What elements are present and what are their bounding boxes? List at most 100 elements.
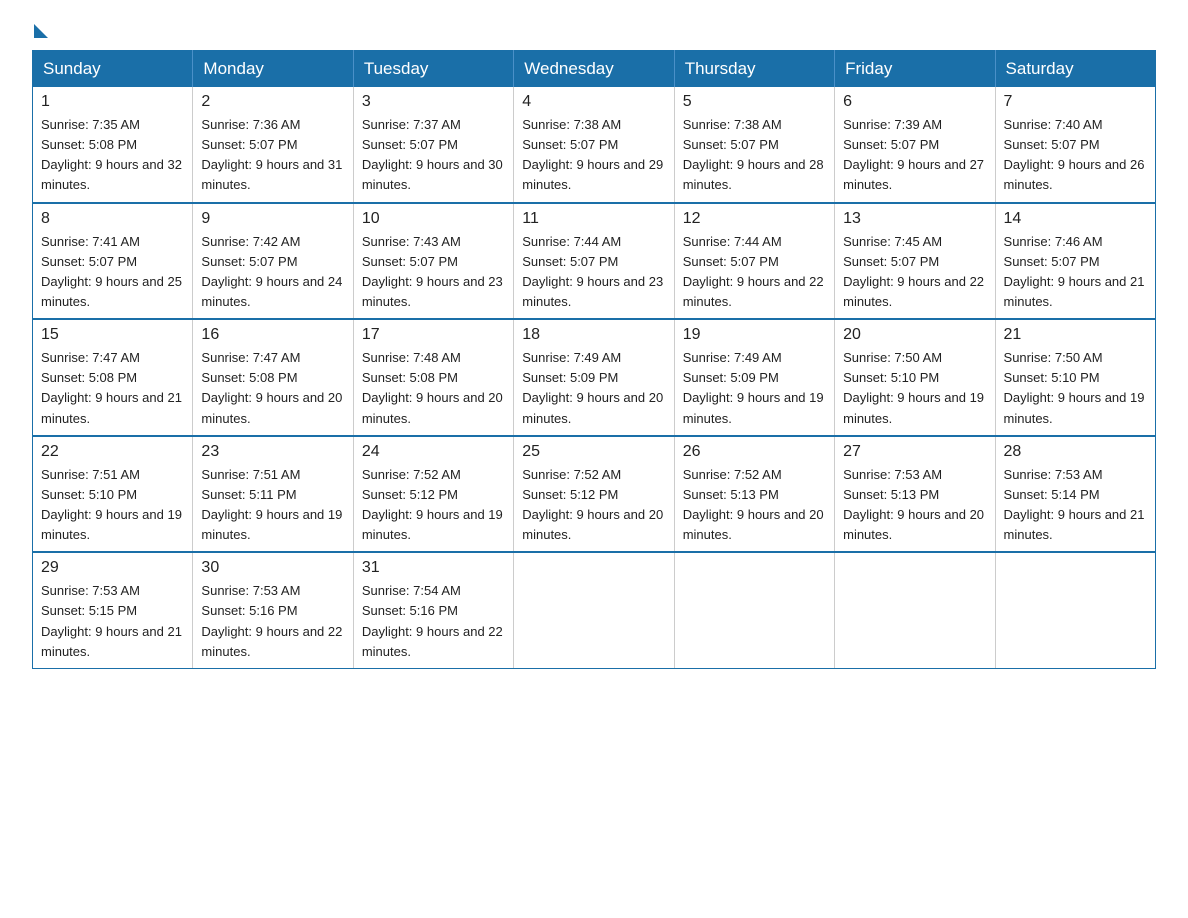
day-number: 3: [362, 93, 505, 111]
day-number: 28: [1004, 443, 1147, 461]
logo: [32, 24, 48, 30]
calendar-cell: 20 Sunrise: 7:50 AMSunset: 5:10 PMDaylig…: [835, 319, 995, 436]
day-info: Sunrise: 7:47 AMSunset: 5:08 PMDaylight:…: [201, 350, 342, 425]
calendar-cell: 18 Sunrise: 7:49 AMSunset: 5:09 PMDaylig…: [514, 319, 674, 436]
day-number: 13: [843, 210, 986, 228]
calendar-cell: 27 Sunrise: 7:53 AMSunset: 5:13 PMDaylig…: [835, 436, 995, 553]
day-number: 12: [683, 210, 826, 228]
day-number: 10: [362, 210, 505, 228]
calendar-cell: 14 Sunrise: 7:46 AMSunset: 5:07 PMDaylig…: [995, 203, 1155, 320]
calendar-week-row: 1 Sunrise: 7:35 AMSunset: 5:08 PMDayligh…: [33, 87, 1156, 203]
calendar-cell: 21 Sunrise: 7:50 AMSunset: 5:10 PMDaylig…: [995, 319, 1155, 436]
day-number: 23: [201, 443, 344, 461]
calendar-cell: 8 Sunrise: 7:41 AMSunset: 5:07 PMDayligh…: [33, 203, 193, 320]
calendar-week-row: 22 Sunrise: 7:51 AMSunset: 5:10 PMDaylig…: [33, 436, 1156, 553]
calendar-cell: 5 Sunrise: 7:38 AMSunset: 5:07 PMDayligh…: [674, 87, 834, 203]
calendar-week-row: 15 Sunrise: 7:47 AMSunset: 5:08 PMDaylig…: [33, 319, 1156, 436]
calendar-cell: 2 Sunrise: 7:36 AMSunset: 5:07 PMDayligh…: [193, 87, 353, 203]
calendar-cell: 29 Sunrise: 7:53 AMSunset: 5:15 PMDaylig…: [33, 552, 193, 668]
day-info: Sunrise: 7:44 AMSunset: 5:07 PMDaylight:…: [683, 234, 824, 309]
day-number: 1: [41, 93, 184, 111]
calendar-cell: 15 Sunrise: 7:47 AMSunset: 5:08 PMDaylig…: [33, 319, 193, 436]
day-number: 14: [1004, 210, 1147, 228]
day-info: Sunrise: 7:50 AMSunset: 5:10 PMDaylight:…: [843, 350, 984, 425]
calendar-cell: [674, 552, 834, 668]
calendar-week-row: 29 Sunrise: 7:53 AMSunset: 5:15 PMDaylig…: [33, 552, 1156, 668]
day-info: Sunrise: 7:37 AMSunset: 5:07 PMDaylight:…: [362, 117, 503, 192]
day-info: Sunrise: 7:46 AMSunset: 5:07 PMDaylight:…: [1004, 234, 1145, 309]
day-info: Sunrise: 7:41 AMSunset: 5:07 PMDaylight:…: [41, 234, 182, 309]
day-info: Sunrise: 7:54 AMSunset: 5:16 PMDaylight:…: [362, 583, 503, 658]
day-number: 2: [201, 93, 344, 111]
column-header-sunday: Sunday: [33, 51, 193, 88]
calendar-cell: 25 Sunrise: 7:52 AMSunset: 5:12 PMDaylig…: [514, 436, 674, 553]
day-info: Sunrise: 7:51 AMSunset: 5:11 PMDaylight:…: [201, 467, 342, 542]
calendar-cell: [514, 552, 674, 668]
day-info: Sunrise: 7:53 AMSunset: 5:16 PMDaylight:…: [201, 583, 342, 658]
day-info: Sunrise: 7:38 AMSunset: 5:07 PMDaylight:…: [683, 117, 824, 192]
day-number: 27: [843, 443, 986, 461]
calendar-cell: 1 Sunrise: 7:35 AMSunset: 5:08 PMDayligh…: [33, 87, 193, 203]
day-number: 6: [843, 93, 986, 111]
calendar-cell: 23 Sunrise: 7:51 AMSunset: 5:11 PMDaylig…: [193, 436, 353, 553]
calendar-cell: 10 Sunrise: 7:43 AMSunset: 5:07 PMDaylig…: [353, 203, 513, 320]
day-info: Sunrise: 7:44 AMSunset: 5:07 PMDaylight:…: [522, 234, 663, 309]
day-number: 18: [522, 326, 665, 344]
day-number: 16: [201, 326, 344, 344]
calendar-cell: 19 Sunrise: 7:49 AMSunset: 5:09 PMDaylig…: [674, 319, 834, 436]
day-info: Sunrise: 7:38 AMSunset: 5:07 PMDaylight:…: [522, 117, 663, 192]
calendar-cell: 30 Sunrise: 7:53 AMSunset: 5:16 PMDaylig…: [193, 552, 353, 668]
day-info: Sunrise: 7:49 AMSunset: 5:09 PMDaylight:…: [522, 350, 663, 425]
column-header-thursday: Thursday: [674, 51, 834, 88]
day-info: Sunrise: 7:53 AMSunset: 5:14 PMDaylight:…: [1004, 467, 1145, 542]
day-info: Sunrise: 7:40 AMSunset: 5:07 PMDaylight:…: [1004, 117, 1145, 192]
day-info: Sunrise: 7:48 AMSunset: 5:08 PMDaylight:…: [362, 350, 503, 425]
day-number: 29: [41, 559, 184, 577]
day-number: 24: [362, 443, 505, 461]
day-number: 25: [522, 443, 665, 461]
calendar-cell: 12 Sunrise: 7:44 AMSunset: 5:07 PMDaylig…: [674, 203, 834, 320]
calendar-cell: 24 Sunrise: 7:52 AMSunset: 5:12 PMDaylig…: [353, 436, 513, 553]
calendar-cell: 16 Sunrise: 7:47 AMSunset: 5:08 PMDaylig…: [193, 319, 353, 436]
day-number: 26: [683, 443, 826, 461]
day-info: Sunrise: 7:52 AMSunset: 5:12 PMDaylight:…: [522, 467, 663, 542]
day-number: 5: [683, 93, 826, 111]
column-header-wednesday: Wednesday: [514, 51, 674, 88]
day-info: Sunrise: 7:43 AMSunset: 5:07 PMDaylight:…: [362, 234, 503, 309]
calendar-cell: 9 Sunrise: 7:42 AMSunset: 5:07 PMDayligh…: [193, 203, 353, 320]
day-number: 7: [1004, 93, 1147, 111]
day-number: 19: [683, 326, 826, 344]
day-number: 17: [362, 326, 505, 344]
day-number: 30: [201, 559, 344, 577]
day-info: Sunrise: 7:50 AMSunset: 5:10 PMDaylight:…: [1004, 350, 1145, 425]
day-number: 21: [1004, 326, 1147, 344]
day-info: Sunrise: 7:35 AMSunset: 5:08 PMDaylight:…: [41, 117, 182, 192]
day-number: 8: [41, 210, 184, 228]
day-info: Sunrise: 7:36 AMSunset: 5:07 PMDaylight:…: [201, 117, 342, 192]
calendar-cell: 6 Sunrise: 7:39 AMSunset: 5:07 PMDayligh…: [835, 87, 995, 203]
day-number: 4: [522, 93, 665, 111]
day-info: Sunrise: 7:39 AMSunset: 5:07 PMDaylight:…: [843, 117, 984, 192]
day-info: Sunrise: 7:47 AMSunset: 5:08 PMDaylight:…: [41, 350, 182, 425]
day-number: 22: [41, 443, 184, 461]
day-number: 15: [41, 326, 184, 344]
column-header-tuesday: Tuesday: [353, 51, 513, 88]
calendar-cell: 28 Sunrise: 7:53 AMSunset: 5:14 PMDaylig…: [995, 436, 1155, 553]
calendar-cell: 31 Sunrise: 7:54 AMSunset: 5:16 PMDaylig…: [353, 552, 513, 668]
calendar-week-row: 8 Sunrise: 7:41 AMSunset: 5:07 PMDayligh…: [33, 203, 1156, 320]
day-info: Sunrise: 7:42 AMSunset: 5:07 PMDaylight:…: [201, 234, 342, 309]
day-number: 20: [843, 326, 986, 344]
day-number: 11: [522, 210, 665, 228]
calendar-table: SundayMondayTuesdayWednesdayThursdayFrid…: [32, 50, 1156, 669]
column-header-friday: Friday: [835, 51, 995, 88]
calendar-cell: 13 Sunrise: 7:45 AMSunset: 5:07 PMDaylig…: [835, 203, 995, 320]
column-header-saturday: Saturday: [995, 51, 1155, 88]
day-info: Sunrise: 7:51 AMSunset: 5:10 PMDaylight:…: [41, 467, 182, 542]
day-info: Sunrise: 7:52 AMSunset: 5:13 PMDaylight:…: [683, 467, 824, 542]
calendar-cell: 4 Sunrise: 7:38 AMSunset: 5:07 PMDayligh…: [514, 87, 674, 203]
calendar-header-row: SundayMondayTuesdayWednesdayThursdayFrid…: [33, 51, 1156, 88]
calendar-cell: [835, 552, 995, 668]
calendar-cell: [995, 552, 1155, 668]
column-header-monday: Monday: [193, 51, 353, 88]
logo-triangle-icon: [34, 24, 48, 38]
